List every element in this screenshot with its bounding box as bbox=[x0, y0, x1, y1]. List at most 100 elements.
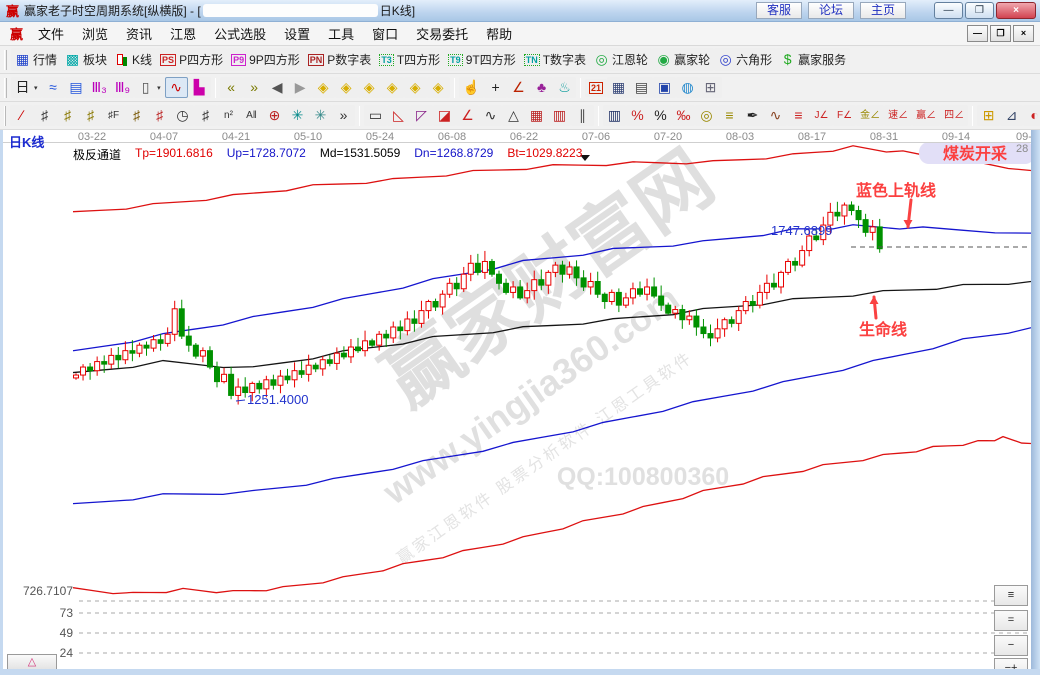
red-grid-tool-1[interactable]: ▦ bbox=[525, 105, 548, 126]
menu-item-3[interactable]: 江恩 bbox=[161, 21, 205, 46]
zoom-diamond-right[interactable]: ◈ bbox=[335, 77, 358, 98]
grid-spiral-tool[interactable]: ♯ bbox=[125, 105, 148, 126]
grid-tool-2[interactable]: ♯ bbox=[194, 105, 217, 126]
kline-chart[interactable]: 赢家财富网www.yingjia360.com赢家江恩软件 股票分析软件 江恩工… bbox=[3, 130, 1031, 669]
gold-level-tool[interactable]: ≡ bbox=[718, 105, 741, 126]
restore-button[interactable]: ❐ bbox=[965, 2, 994, 19]
delta-pane-button[interactable]: △ bbox=[7, 654, 57, 669]
hexagon-button[interactable]: ◎六角形 bbox=[714, 48, 776, 71]
pane-layout-1-button[interactable]: − bbox=[994, 635, 1028, 656]
menu-item-8[interactable]: 交易委托 bbox=[407, 21, 477, 46]
column-tool[interactable]: ▥ bbox=[603, 105, 626, 126]
speed-angle-tool[interactable]: 速∠ bbox=[884, 105, 912, 126]
grid-gold-tool-2[interactable]: ♯ bbox=[79, 105, 102, 126]
bars9-tool[interactable]: Ⅲ₉ bbox=[111, 77, 134, 98]
percent-tool[interactable]: % bbox=[649, 105, 672, 126]
pan-hand-tool[interactable]: ☝ bbox=[459, 77, 484, 98]
quotes-button[interactable]: ▦行情 bbox=[11, 48, 61, 71]
t9-square-button[interactable]: T99T四方形 bbox=[444, 48, 520, 71]
bars3-tool[interactable]: Ⅲ₃ bbox=[88, 77, 111, 98]
gold-wave-tool[interactable]: ∿ bbox=[764, 105, 787, 126]
menu-item-7[interactable]: 窗口 bbox=[363, 21, 407, 46]
grid-fan-tool[interactable]: ◪ bbox=[433, 105, 456, 126]
mdi-minimize-button[interactable]: — bbox=[967, 25, 988, 42]
gann-fan-tool[interactable]: ◺ bbox=[387, 105, 410, 126]
t-number-table-button[interactable]: TNT数字表 bbox=[520, 48, 590, 71]
fan-grid-tool[interactable]: ◸ bbox=[410, 105, 433, 126]
p9-square-button[interactable]: P99P四方形 bbox=[227, 48, 304, 71]
circle-cross-tool[interactable]: ⊕ bbox=[263, 105, 286, 126]
window-frame-right[interactable] bbox=[1031, 130, 1040, 675]
zoom-diamond-out[interactable]: ◈ bbox=[381, 77, 404, 98]
overflow-chevron[interactable]: » bbox=[332, 105, 355, 126]
zoom-diamond-full[interactable]: ◈ bbox=[427, 77, 450, 98]
menu-item-4[interactable]: 公式选股 bbox=[205, 21, 275, 46]
last-page-button[interactable]: » bbox=[243, 77, 266, 98]
menu-item-5[interactable]: 设置 bbox=[275, 21, 319, 46]
winner-wheel-button[interactable]: ◉赢家轮 bbox=[652, 48, 714, 71]
pen2-tool[interactable]: ✒ bbox=[741, 105, 764, 126]
zigzag-draw-tool[interactable]: ∿ bbox=[479, 105, 502, 126]
yellow-grid-button[interactable]: ⊞ bbox=[977, 105, 1000, 126]
p-number-table-button[interactable]: PNP数字表 bbox=[304, 48, 376, 71]
close-button[interactable]: × bbox=[996, 2, 1036, 19]
ruler-circle-tool[interactable]: ◷ bbox=[171, 105, 194, 126]
angle-measure-tool[interactable]: ∠ bbox=[507, 77, 530, 98]
pane-layout-3-button[interactable]: ≡ bbox=[994, 585, 1028, 606]
menu-item-1[interactable]: 浏览 bbox=[73, 21, 117, 46]
notepad-button[interactable]: ▤ bbox=[630, 77, 653, 98]
menu-item-2[interactable]: 资讯 bbox=[117, 21, 161, 46]
star-web-tool[interactable]: ✳ bbox=[286, 105, 309, 126]
notes-tool[interactable]: ▤ bbox=[65, 77, 88, 98]
titlebar-link-0[interactable]: 客服 bbox=[756, 2, 802, 19]
n-square-tool[interactable]: n² bbox=[217, 105, 240, 126]
first-page-button[interactable]: « bbox=[220, 77, 243, 98]
titlebar-link-2[interactable]: 主页 bbox=[860, 2, 906, 19]
win-angle-tool[interactable]: 赢∠ bbox=[912, 105, 940, 126]
menu-item-0[interactable]: 文件 bbox=[29, 21, 73, 46]
f-angle-tool[interactable]: F∠ bbox=[833, 105, 856, 126]
triangle-tool[interactable]: △ bbox=[502, 105, 525, 126]
period-selector[interactable]: 日▾ bbox=[11, 77, 42, 98]
percent-triangle-tool[interactable]: % bbox=[626, 105, 649, 126]
minimize-button[interactable]: — bbox=[934, 2, 963, 19]
star-grid-tool[interactable]: ✳ bbox=[309, 105, 332, 126]
parallel-tool[interactable]: ∥ bbox=[571, 105, 594, 126]
p-square-button[interactable]: PSP四方形 bbox=[156, 48, 227, 71]
grid-tool-1[interactable]: ♯ bbox=[33, 105, 56, 126]
zoom-diamond-left[interactable]: ◈ bbox=[312, 77, 335, 98]
calendar-button[interactable]: 21 bbox=[585, 79, 607, 97]
zoom-diamond-all[interactable]: ◈ bbox=[404, 77, 427, 98]
menu-item-9[interactable]: 帮助 bbox=[477, 21, 521, 46]
save-button[interactable]: ▣ bbox=[653, 77, 676, 98]
gold-angle-tool[interactable]: 金∠ bbox=[856, 105, 884, 126]
histogram-tool[interactable]: ▙ bbox=[188, 77, 211, 98]
winner-service-button[interactable]: $赢家服务 bbox=[776, 48, 850, 71]
mirror-tool[interactable]: A‖ bbox=[240, 105, 263, 126]
gold-circle-tool[interactable]: ◎ bbox=[695, 105, 718, 126]
zigzag-tool[interactable]: ∿ bbox=[165, 77, 188, 98]
festival-tool[interactable]: ♣ bbox=[530, 77, 553, 98]
zoom-diamond-in[interactable]: ◈ bbox=[358, 77, 381, 98]
calculator-button[interactable]: ▦ bbox=[607, 77, 630, 98]
web-button[interactable]: ◍ bbox=[676, 77, 699, 98]
titlebar-link-1[interactable]: 论坛 bbox=[808, 2, 854, 19]
four-angle-tool[interactable]: 四∠ bbox=[940, 105, 968, 126]
chart-switch-button[interactable]: ⊿ bbox=[1000, 105, 1023, 126]
red-grid-tool-2[interactable]: ▥ bbox=[548, 105, 571, 126]
prev-button[interactable]: ◀ bbox=[266, 77, 289, 98]
mdi-restore-button[interactable]: ❐ bbox=[990, 25, 1011, 42]
grid-pen-tool[interactable]: ♯ bbox=[148, 105, 171, 126]
pane-layout-2-button[interactable]: = bbox=[994, 610, 1028, 631]
print-button[interactable]: ⊞ bbox=[699, 77, 722, 98]
wave-tool[interactable]: ≈ bbox=[42, 77, 65, 98]
kline-button[interactable]: K线 bbox=[111, 48, 156, 71]
gann-wheel-button[interactable]: ◎江恩轮 bbox=[590, 48, 652, 71]
next-button[interactable]: ▶ bbox=[289, 77, 312, 98]
permille-tool[interactable]: ‰ bbox=[672, 105, 695, 126]
j-angle-tool[interactable]: J∠ bbox=[810, 105, 833, 126]
grid-gold-tool-1[interactable]: ♯ bbox=[56, 105, 79, 126]
brain-tool[interactable]: ♨ bbox=[553, 77, 576, 98]
yinyang-button[interactable]: ◐ bbox=[1023, 105, 1040, 126]
candle-style-selector[interactable]: ▯▾ bbox=[134, 77, 165, 98]
